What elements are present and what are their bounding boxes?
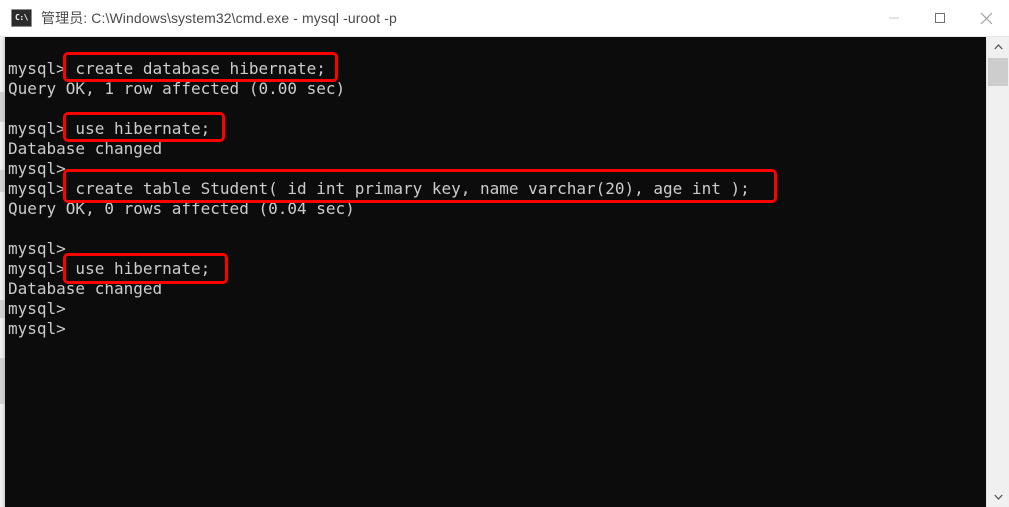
console-line: mysql> create database hibernate; — [8, 59, 326, 78]
console-line: Database changed — [8, 139, 163, 158]
console-line: mysql> — [8, 159, 66, 178]
console-output-area[interactable]: mysql> create database hibernate; Query O… — [5, 37, 986, 507]
console-line: mysql> — [8, 319, 66, 338]
console-line: Query OK, 1 row affected (0.00 sec) — [8, 79, 346, 98]
close-button[interactable] — [963, 0, 1009, 36]
cmd-window: C:\ 管理员: C:\Windows\system32\cmd.exe - m… — [0, 0, 1009, 507]
console-line: mysql> — [8, 299, 66, 318]
console-line: Query OK, 0 rows affected (0.04 sec) — [8, 199, 355, 218]
vertical-scrollbar[interactable] — [986, 37, 1009, 507]
console-line: mysql> use hibernate; — [8, 259, 211, 278]
console-text: mysql> create database hibernate; Query O… — [5, 59, 750, 339]
maximize-button[interactable] — [917, 0, 963, 36]
console-line: Database changed — [8, 279, 163, 298]
title-bar[interactable]: C:\ 管理员: C:\Windows\system32\cmd.exe - m… — [0, 0, 1009, 37]
scroll-down-button[interactable] — [987, 487, 1009, 507]
console-line: mysql> create table Student( id int prim… — [8, 179, 750, 198]
scrollbar-thumb[interactable] — [988, 58, 1008, 86]
cmd-icon: C:\ — [11, 9, 32, 27]
minimize-button[interactable] — [871, 0, 917, 36]
console-line: mysql> — [8, 239, 66, 258]
chevron-down-icon — [993, 494, 1003, 500]
window-title: 管理员: C:\Windows\system32\cmd.exe - mysql… — [41, 10, 397, 26]
maximize-icon — [935, 13, 945, 23]
window-controls — [871, 0, 1009, 36]
close-icon — [980, 12, 992, 24]
minimize-icon — [889, 17, 899, 19]
chevron-up-icon — [993, 44, 1003, 50]
scroll-up-button[interactable] — [987, 37, 1009, 57]
console-line: mysql> use hibernate; — [8, 119, 211, 138]
